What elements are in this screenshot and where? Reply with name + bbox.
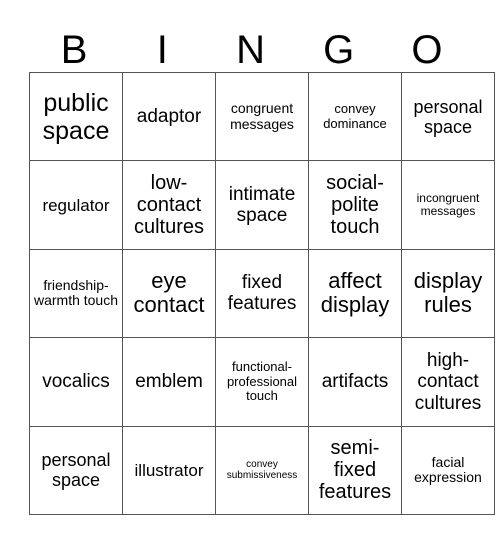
bingo-header: B I N G O [30,0,471,72]
bingo-cell[interactable]: low-contact cultures [122,160,216,250]
bingo-cell[interactable]: vocalics [29,337,123,427]
bingo-cell[interactable]: personal space [401,71,495,162]
bingo-cell[interactable]: incongruent messages [401,160,495,250]
header-letter-g: G [323,28,355,72]
bingo-cell[interactable]: adaptor [122,71,216,162]
bingo-cell[interactable]: friendship-warmth touch [29,248,123,339]
header-letter-o: O [411,28,443,72]
bingo-cell[interactable]: display rules [401,248,495,339]
bingo-row: public space adaptor congruent messages … [29,71,495,162]
bingo-row: friendship-warmth touch eye contact fixe… [29,248,495,339]
header-letter-b: B [60,28,88,72]
bingo-cell[interactable]: intimate space [215,160,309,250]
bingo-card: public space adaptor congruent messages … [29,71,495,516]
bingo-cell[interactable]: public space [29,71,123,162]
bingo-cell[interactable]: illustrator [122,425,216,516]
bingo-cell[interactable]: regulator [29,160,123,250]
bingo-cell[interactable]: personal space [29,425,123,516]
bingo-cell[interactable]: artifacts [308,337,402,427]
bingo-row: vocalics emblem functional-professional … [29,337,495,427]
bingo-cell[interactable]: fixed features [215,248,309,339]
bingo-cell[interactable]: affect display [308,248,402,339]
bingo-cell[interactable]: congruent messages [215,71,309,162]
bingo-row: regulator low-contact cultures intimate … [29,160,495,250]
bingo-cell[interactable]: emblem [122,337,216,427]
bingo-row: personal space illustrator convey submis… [29,425,495,516]
bingo-cell[interactable]: functional-professional touch [215,337,309,427]
bingo-cell[interactable]: high-contact cultures [401,337,495,427]
bingo-cell[interactable]: eye contact [122,248,216,339]
bingo-cell[interactable]: semi-fixed features [308,425,402,516]
bingo-cell[interactable]: facial expression [401,425,495,516]
header-letter-i: I [156,28,168,72]
bingo-cell[interactable]: convey submissiveness [215,425,309,516]
bingo-cell[interactable]: social-polite touch [308,160,402,250]
header-letter-n: N [236,28,265,72]
bingo-cell[interactable]: convey dominance [308,71,402,162]
